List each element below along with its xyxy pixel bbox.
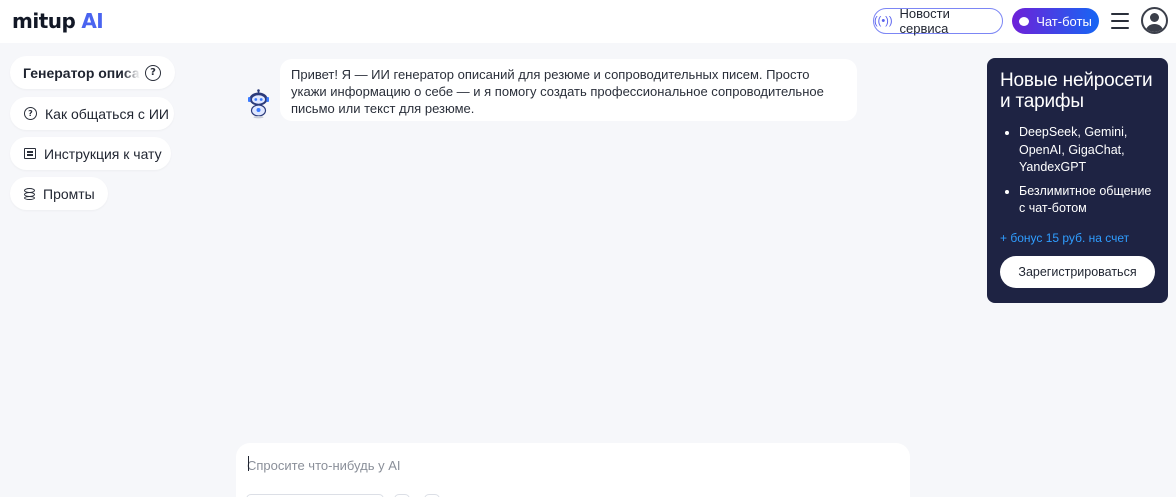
service-news-label: Новости сервиса [899,6,950,36]
help-circle-icon[interactable]: ? [145,64,161,81]
register-button[interactable]: Зарегистрироваться [1000,255,1155,288]
promo-bonus: + бонус 15 руб. на счет [1000,230,1130,245]
service-news-button[interactable]: ((•)) Новости сервиса [873,6,1003,36]
sidebar-item-prompts[interactable]: Промты [10,177,108,210]
top-header: mitup AI ((•)) Новости сервиса Чат-боты [0,0,1176,43]
text-caret [248,456,249,471]
help-circle-icon: ? [24,107,37,120]
logo-text: mitup [12,9,76,33]
promo-card: Новые нейросети и тарифы DeepSeek, Gemin… [987,58,1168,303]
promo-bullet: DeepSeek, Gemini, OpenAI, GigaChat, Yand… [1019,124,1156,177]
chatbots-label: Чат-боты [1036,13,1092,29]
chat-input-box [236,443,910,497]
sidebar-item-chat-instructions[interactable]: Инструкция к чату [10,137,171,170]
chatbots-button[interactable]: Чат-боты [1012,8,1099,34]
sidebar-item-label: Как общаться с ИИ [45,105,169,122]
promo-bullets: DeepSeek, Gemini, OpenAI, GigaChat, Yand… [1000,124,1156,218]
chat-bubble-icon [1019,16,1030,26]
menu-icon[interactable] [1111,13,1129,29]
logo-accent: AI [81,9,104,33]
logo[interactable]: mitup AI [12,9,104,33]
sidebar-item-label: Промты [43,185,95,202]
database-icon [24,187,35,200]
sidebar-item-label: Инструкция к чату [44,145,162,162]
user-avatar-icon[interactable] [1141,7,1168,34]
sidebar-item-label: Генератор описаний для резюме [23,64,140,81]
sidebar-item-generator[interactable]: Генератор описаний для резюме ? [10,56,175,89]
robot-icon [248,89,269,119]
document-icon [24,148,36,159]
promo-title: Новые нейросети и тарифы [1000,70,1153,112]
broadcast-icon: ((•)) [874,15,893,27]
chat-input[interactable] [247,455,887,475]
sidebar-item-how-to-talk[interactable]: ? Как общаться с ИИ [10,97,174,130]
promo-bullet: Безлимитное общение с чат-ботом [1019,183,1156,218]
bot-message: Привет! Я — ИИ генератор описаний для ре… [280,59,857,121]
